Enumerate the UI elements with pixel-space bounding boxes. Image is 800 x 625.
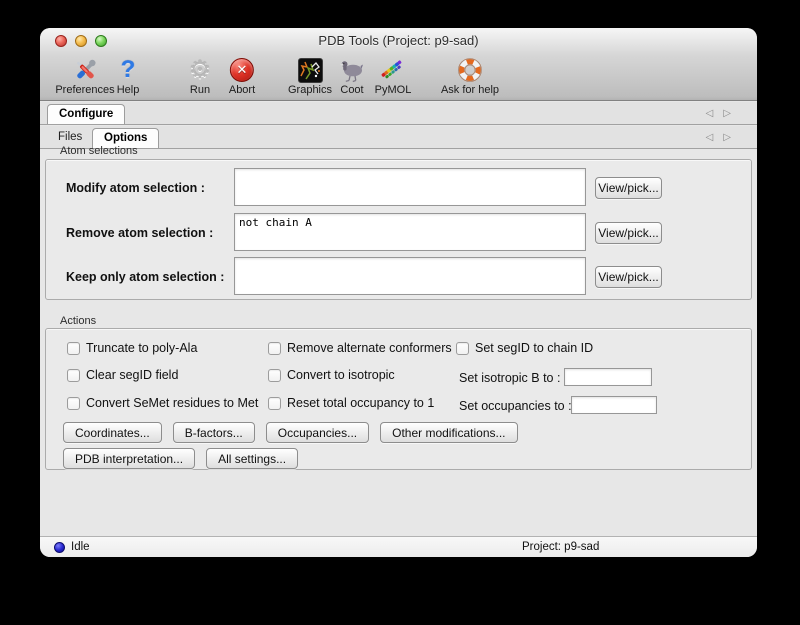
toolbar-label-preferences: Preferences	[55, 84, 114, 96]
modify-view-pick-button[interactable]: View/pick...	[595, 177, 662, 199]
toolbar-button-coot[interactable]: Coot	[339, 56, 365, 96]
tab-scroll-arrows: ◁ ▷	[706, 102, 731, 125]
toolbar-label-run: Run	[189, 84, 211, 96]
toolbar-label-help: Help	[117, 84, 140, 96]
atom-selections-group-title: Atom selections	[60, 145, 138, 157]
toolbar-label-pymol: PyMOL	[375, 84, 412, 96]
convert-semet-checkbox[interactable]	[67, 397, 80, 410]
truncate-poly-ala-checkbox[interactable]	[67, 342, 80, 355]
toolbar-button-preferences[interactable]: Preferences	[55, 56, 114, 96]
toolbar-label-ask-for-help: Ask for help	[441, 84, 499, 96]
checkbox-item-remove-alternate-conformers: Remove alternate conformers	[268, 341, 452, 355]
set-isotropic-b-input[interactable]	[564, 368, 652, 386]
clear-segid-checkbox[interactable]	[67, 369, 80, 382]
keep-only-atom-selection-input[interactable]	[234, 257, 586, 295]
toolbar-button-abort[interactable]: ✕ Abort	[229, 56, 255, 96]
tab-scroll-left-icon[interactable]: ◁	[706, 109, 714, 119]
convert-to-isotropic-checkbox[interactable]	[268, 369, 281, 382]
convert-to-isotropic-label: Convert to isotropic	[287, 368, 395, 382]
modify-atom-selection-label: Modify atom selection :	[66, 181, 205, 195]
all-settings-button[interactable]: All settings...	[206, 448, 298, 469]
toolbar-button-ask-for-help[interactable]: Ask for help	[441, 56, 499, 96]
set-segid-to-chain-checkbox[interactable]	[456, 342, 469, 355]
preferences-tools-icon	[55, 56, 114, 84]
window-header: PDB Tools (Project: p9-sad) Preferences	[40, 28, 757, 101]
tab-files-label: Files	[58, 131, 82, 143]
checkbox-item-convert-to-isotropic: Convert to isotropic	[268, 368, 395, 382]
remove-view-pick-button[interactable]: View/pick...	[595, 222, 662, 244]
toolbar-button-run[interactable]: ⚙ Run	[189, 56, 211, 96]
checkbox-item-set-segid-to-chain: Set segID to chain ID	[456, 341, 593, 355]
configure-tabbar: Configure ◁ ▷	[40, 102, 757, 125]
reset-total-occupancy-checkbox[interactable]	[268, 397, 281, 410]
tab-configure[interactable]: Configure	[47, 104, 125, 124]
pymol-ribbon-icon	[375, 56, 412, 84]
atom-selections-group: Modify atom selection : View/pick... Rem…	[45, 159, 752, 300]
remove-alternate-conformers-label: Remove alternate conformers	[287, 341, 452, 355]
coot-bird-icon	[339, 56, 365, 84]
actions-group: Truncate to poly-Ala Clear segID field C…	[45, 328, 752, 470]
tab-configure-label: Configure	[59, 108, 113, 120]
remove-atom-selection-label: Remove atom selection :	[66, 226, 213, 240]
pdb-interpretation-button[interactable]: PDB interpretation...	[63, 448, 195, 469]
modify-atom-selection-input[interactable]	[234, 168, 586, 206]
convert-semet-label: Convert SeMet residues to Met	[86, 396, 258, 410]
truncate-poly-ala-label: Truncate to poly-Ala	[86, 341, 197, 355]
set-occupancies-input[interactable]	[571, 396, 657, 414]
actions-button-row-2: PDB interpretation... All settings...	[63, 448, 298, 469]
other-modifications-button[interactable]: Other modifications...	[380, 422, 517, 443]
run-gear-icon: ⚙	[189, 56, 211, 84]
close-button[interactable]	[55, 35, 67, 47]
tab-scroll-arrows: ◁ ▷	[706, 126, 731, 149]
clear-segid-label: Clear segID field	[86, 368, 178, 382]
remove-alternate-conformers-checkbox[interactable]	[268, 342, 281, 355]
status-text: Idle	[71, 537, 90, 557]
toolbar-button-pymol[interactable]: PyMOL	[375, 56, 412, 96]
checkbox-item-reset-total-occupancy: Reset total occupancy to 1	[268, 396, 434, 410]
minimize-button[interactable]	[75, 35, 87, 47]
tab-scroll-right-icon[interactable]: ▷	[723, 133, 731, 143]
checkbox-item-truncate-poly-ala: Truncate to poly-Ala	[67, 341, 197, 355]
window-title: PDB Tools (Project: p9-sad)	[40, 28, 757, 54]
coordinates-button[interactable]: Coordinates...	[63, 422, 162, 443]
window-controls	[55, 35, 107, 47]
status-indicator-icon	[54, 542, 65, 553]
toolbar-label-abort: Abort	[229, 84, 255, 96]
occupancies-button[interactable]: Occupancies...	[266, 422, 369, 443]
tab-options-label: Options	[104, 132, 147, 144]
toolbar-button-graphics[interactable]: Graphics	[288, 56, 332, 96]
files-options-tabbar: Files Options ◁ ▷	[40, 126, 757, 149]
set-occupancies-label: Set occupancies to :	[459, 399, 572, 413]
toolbar-label-graphics: Graphics	[288, 84, 332, 96]
actions-button-row-1: Coordinates... B-factors... Occupancies.…	[63, 422, 518, 443]
set-segid-to-chain-label: Set segID to chain ID	[475, 341, 593, 355]
checkbox-item-clear-segid: Clear segID field	[67, 368, 178, 382]
project-text: Project: p9-sad	[522, 537, 599, 557]
b-factors-button[interactable]: B-factors...	[173, 422, 255, 443]
checkbox-item-convert-semet: Convert SeMet residues to Met	[67, 396, 258, 410]
set-isotropic-b-label: Set isotropic B to :	[459, 371, 560, 385]
tab-scroll-right-icon[interactable]: ▷	[723, 109, 731, 119]
keep-only-atom-selection-label: Keep only atom selection :	[66, 270, 224, 284]
tab-scroll-left-icon[interactable]: ◁	[706, 133, 714, 143]
zoom-button[interactable]	[95, 35, 107, 47]
toolbar-label-coot: Coot	[339, 84, 365, 96]
graphics-molecule-icon	[288, 56, 332, 84]
lifebuoy-icon	[441, 56, 499, 84]
toolbar-button-help[interactable]: ? Help	[117, 56, 140, 96]
statusbar: Idle Project: p9-sad	[40, 536, 757, 557]
reset-total-occupancy-label: Reset total occupancy to 1	[287, 396, 434, 410]
actions-group-title: Actions	[60, 315, 96, 327]
remove-atom-selection-input[interactable]: not chain A	[234, 213, 586, 251]
app-window: PDB Tools (Project: p9-sad) Preferences	[40, 28, 757, 557]
abort-stop-icon: ✕	[229, 56, 255, 84]
keep-only-view-pick-button[interactable]: View/pick...	[595, 266, 662, 288]
help-question-icon: ?	[117, 56, 140, 84]
